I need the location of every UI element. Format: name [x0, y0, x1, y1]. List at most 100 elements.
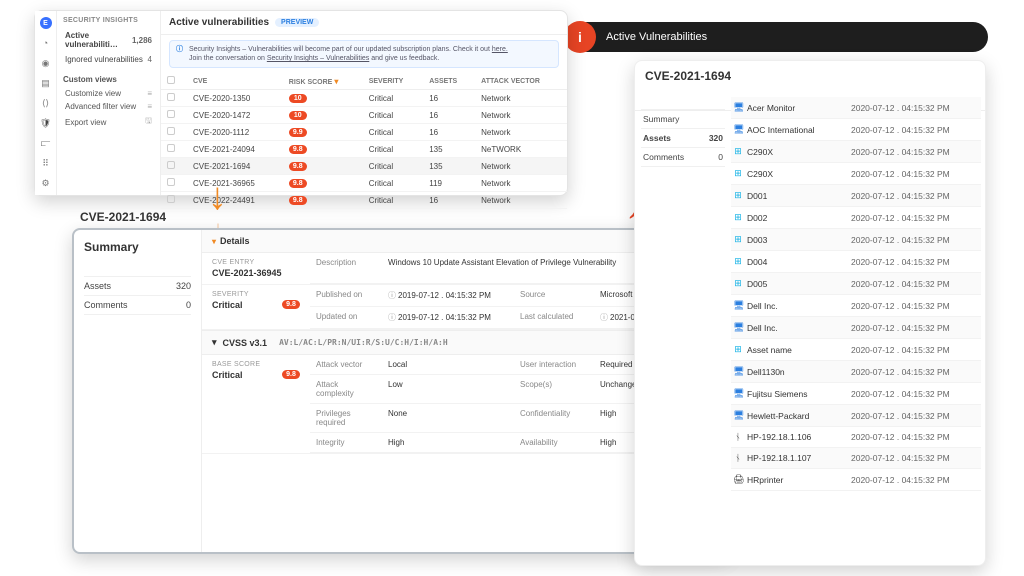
detail-title: CVE-2021-1694	[80, 210, 166, 224]
summary-row[interactable]: Summary	[641, 109, 725, 129]
asset-list: 🖥Acer Monitor2020-07-12 . 04:15:32 PM🖥AO…	[731, 97, 981, 561]
asset-row[interactable]: 🖥Acer Monitor2020-07-12 . 04:15:32 PM	[731, 97, 981, 119]
preview-badge: PREVIEW	[275, 18, 319, 27]
table-row[interactable]: CVE-2020-135010Critical16Network	[161, 90, 567, 107]
asset-row[interactable]: ⊞Asset name2020-07-12 . 04:15:32 PM	[731, 339, 981, 361]
info-icon: ⓘ	[176, 45, 183, 63]
asset-row[interactable]: 🖥Dell1130n2020-07-12 . 04:15:32 PM	[731, 361, 981, 383]
asset-type-icon: ⊞	[731, 273, 745, 294]
banner-active-vuln: i Active Vulnerabilities	[572, 22, 988, 52]
asset-row[interactable]: ⊞D0052020-07-12 . 04:15:32 PM	[731, 273, 981, 295]
sidebar-custom-item[interactable]: Advanced filter view≡	[63, 100, 154, 113]
row-checkbox[interactable]	[167, 195, 175, 203]
asset-row[interactable]: 🖥Hewlett-Packard2020-07-12 . 04:15:32 PM	[731, 405, 981, 427]
row-checkbox[interactable]	[167, 178, 175, 186]
asset-row[interactable]: ⊞D0022020-07-12 . 04:15:32 PM	[731, 207, 981, 229]
caret-down-icon: ▾	[212, 237, 216, 246]
info-icon[interactable]: ⓘ	[600, 312, 610, 323]
asset-row[interactable]: 🖥Dell Inc.2020-07-12 . 04:15:32 PM	[731, 317, 981, 339]
asset-row[interactable]: ᚾHP-192.18.1.1062020-07-12 . 04:15:32 PM	[731, 427, 981, 448]
vuln-detail-panel: CVE-2021-1694 | ✕ Summary Assets320 Comm…	[72, 228, 728, 554]
asset-row[interactable]: ⊞C290X2020-07-12 . 04:15:32 PM	[731, 163, 981, 185]
asset-row[interactable]: ⊞C290X2020-07-12 . 04:15:32 PM	[731, 141, 981, 163]
info-icon[interactable]: ⓘ	[388, 290, 398, 301]
vulnerability-master-panel: E ◔ ◉ ▤ ⟨⟩ 🛡 ⫍ ⠿ ⚙ SECURITY INSIGHTS Act…	[34, 10, 568, 196]
asset-row[interactable]: 🖥Fujitsu Siemens2020-07-12 . 04:15:32 PM	[731, 383, 981, 405]
row-checkbox[interactable]	[167, 161, 175, 169]
asset-row[interactable]: ⊞D0042020-07-12 . 04:15:32 PM	[731, 251, 981, 273]
sidebar-custom-item[interactable]: Export view🖫	[63, 113, 154, 131]
base-score-value: Critical	[212, 370, 243, 380]
radar-icon[interactable]: ◉	[40, 57, 52, 69]
asset-type-icon: ⊞	[731, 141, 745, 162]
sidebar-custom-item[interactable]: Customize view≡	[63, 87, 154, 100]
severity-label: SEVERITY	[212, 291, 300, 298]
banner-label: Active Vulnerabilities	[606, 31, 707, 43]
main-area: Active vulnerabilities PREVIEW ⓘ Securit…	[161, 11, 567, 195]
col-attack-vector[interactable]: ATTACK VECTOR	[475, 73, 567, 90]
asset-type-icon: 🖨	[731, 469, 745, 490]
row-checkbox[interactable]	[167, 127, 175, 135]
notice-link-here[interactable]: here.	[492, 46, 508, 53]
col-risk[interactable]: RISK SCORE▾	[283, 73, 363, 90]
main-header: Active vulnerabilities PREVIEW	[161, 11, 567, 35]
row-checkbox[interactable]	[167, 144, 175, 152]
base-score-pill: 9.8	[282, 370, 300, 379]
sidebar-item[interactable]: Ignored vulnerabilities4	[63, 52, 154, 67]
asset-type-icon: ᚾ	[731, 448, 745, 468]
sort-desc-icon: ▾	[334, 77, 338, 86]
shield-icon[interactable]: 🛡	[40, 117, 52, 129]
asset-type-icon: ᚾ	[731, 427, 745, 447]
asset-type-icon: 🖥	[731, 317, 745, 338]
summary-assets[interactable]: Assets320	[84, 276, 191, 296]
row-checkbox[interactable]	[167, 110, 175, 118]
asset-type-icon: ⊞	[731, 229, 745, 250]
summary-comments[interactable]: Comments0	[84, 296, 191, 315]
col-assets[interactable]: ASSETS	[423, 73, 475, 90]
asset-row[interactable]: ⊞D0032020-07-12 . 04:15:32 PM	[731, 229, 981, 251]
tree-icon[interactable]: ⠿	[40, 157, 52, 169]
asset-row[interactable]: ᚾHP-192.18.1.1072020-07-12 . 04:15:32 PM	[731, 448, 981, 469]
severity-value: Critical	[212, 300, 243, 310]
asset-row[interactable]: 🖥Dell Inc.2020-07-12 . 04:15:32 PM	[731, 295, 981, 317]
gear-icon[interactable]: ⚙	[40, 177, 52, 189]
sidebar-title: SECURITY INSIGHTS	[63, 17, 154, 24]
cve-entry-label: CVE ENTRY	[212, 259, 300, 266]
code-icon[interactable]: ⟨⟩	[40, 97, 52, 109]
asset-type-icon: ⊞	[731, 207, 745, 228]
asset-row[interactable]: ⊞D0012020-07-12 . 04:15:32 PM	[731, 185, 981, 207]
list-icon[interactable]: ▤	[40, 77, 52, 89]
cve-entry-value: CVE-2021-36945	[212, 268, 300, 278]
table-row[interactable]: CVE-2020-11129.9Critical16Network	[161, 124, 567, 141]
table-row[interactable]: CVE-2020-147210Critical16Network	[161, 107, 567, 124]
info-icon[interactable]: ⓘ	[388, 312, 398, 323]
asset-row[interactable]: 🖥AOC International2020-07-12 . 04:15:32 …	[731, 119, 981, 141]
row-checkbox[interactable]	[167, 93, 175, 101]
assets-row[interactable]: Assets320	[641, 129, 725, 148]
dashboard-icon[interactable]: ◔	[40, 37, 52, 49]
col-cve[interactable]: CVE	[187, 73, 283, 90]
cvss-vector: AV:L/AC:L/PR:N/UI:R/S:U/C:H/I:H/A:H	[273, 338, 448, 347]
sidebar-item[interactable]: Active vulnerabiliti…1,286	[63, 28, 154, 52]
nav-iconbar: E ◔ ◉ ▤ ⟨⟩ 🛡 ⫍ ⠿ ⚙	[35, 11, 57, 195]
select-all-checkbox[interactable]	[167, 76, 175, 84]
asset-type-icon: ⊞	[731, 185, 745, 206]
base-score-label: BASE SCORE	[212, 361, 300, 368]
notice-banner: ⓘ Security Insights – Vulnerabilities wi…	[169, 40, 559, 68]
caret-down-icon: ▾	[212, 337, 217, 348]
severity-score-pill: 9.8	[282, 300, 300, 309]
asset-type-icon: 🖥	[731, 97, 745, 118]
asset-row[interactable]: 🖨HRprinter2020-07-12 . 04:15:32 PM	[731, 469, 981, 491]
chart-icon[interactable]: ⫍	[40, 137, 52, 149]
table-row[interactable]: CVE-2021-16949.8Critical135Network	[161, 158, 567, 175]
asset-type-icon: ⊞	[731, 163, 745, 184]
col-severity[interactable]: SEVERITY	[363, 73, 424, 90]
asset-type-icon: 🖥	[731, 405, 745, 426]
asset-summary-sidebar: Summary Assets320 Comments0	[641, 109, 725, 167]
custom-views-title: Custom views	[63, 75, 154, 84]
notice-link-feedback[interactable]: Security Insights – Vulnerabilities	[267, 55, 369, 62]
asset-type-icon: 🖥	[731, 119, 745, 140]
user-avatar[interactable]: E	[40, 17, 52, 29]
comments-row[interactable]: Comments0	[641, 148, 725, 167]
table-row[interactable]: CVE-2021-240949.8Critical135NeTWORK	[161, 141, 567, 158]
